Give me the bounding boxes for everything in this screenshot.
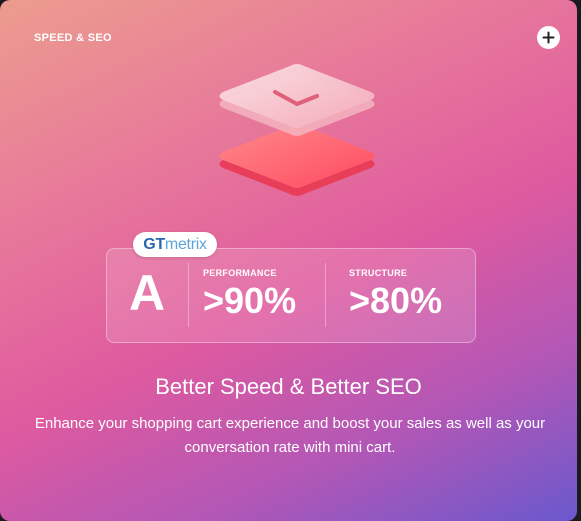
stats-panel: A PERFORMANCE >90% STRUCTURE >80% <box>106 248 476 343</box>
expand-button[interactable] <box>537 26 560 49</box>
gtmetrix-badge: GTmetrix <box>133 232 217 257</box>
performance-value: >90% <box>203 280 297 321</box>
divider <box>188 263 189 327</box>
plus-icon <box>542 31 555 44</box>
description: Enhance your shopping cart experience an… <box>34 415 546 456</box>
section-label: SPEED & SEO <box>34 32 112 44</box>
structure-label: STRUCTURE <box>349 268 408 278</box>
structure-value: >80% <box>349 280 443 321</box>
speed-seo-card: SPEED & SEO A PERFORMANCE >90% STRUCTURE… <box>0 0 577 521</box>
clock-stack-icon <box>219 64 375 196</box>
gtmetrix-grade: A <box>129 265 166 321</box>
performance-label: PERFORMANCE <box>203 268 277 278</box>
headline: Better Speed & Better SEO <box>155 374 422 399</box>
gtmetrix-logo: GTmetrix <box>143 235 207 253</box>
divider <box>325 263 326 327</box>
